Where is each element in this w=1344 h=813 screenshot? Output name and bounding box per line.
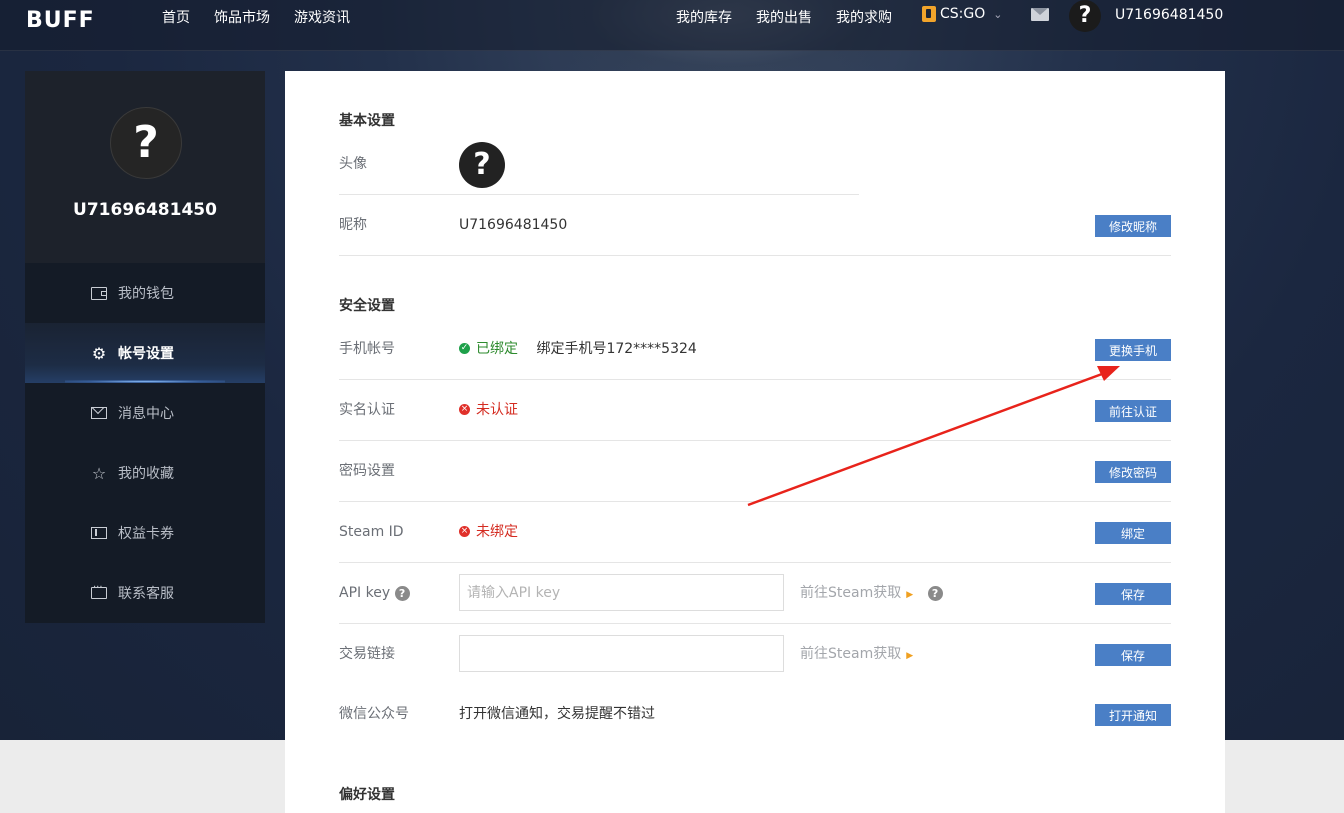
row-api-key: API key ? 前往Steam获取 ▶ ? 保存: [339, 563, 1171, 624]
api-key-steam-link-text: 前往Steam获取: [800, 585, 902, 601]
profile-avatar[interactable]: ?: [459, 142, 505, 188]
mail-icon: [90, 404, 108, 422]
row-label: 实名认证: [339, 402, 395, 418]
sidebar-item-label: 联系客服: [118, 586, 174, 602]
nav-my-purchases[interactable]: 我的求购: [836, 7, 892, 27]
sidebar-avatar[interactable]: ?: [110, 107, 182, 179]
row-trade-link: 交易链接 前往Steam获取 ▶ 保存: [339, 624, 1171, 685]
sidebar-item-favorites[interactable]: ☆ 我的收藏: [25, 443, 265, 503]
change-password-button[interactable]: 修改密码: [1095, 461, 1171, 483]
row-nickname: 昵称 U71696481450 修改昵称: [339, 195, 1171, 256]
star-icon: ☆: [91, 463, 107, 483]
chevron-down-icon: ⌄: [993, 7, 1003, 21]
trade-link-input[interactable]: [459, 635, 784, 672]
game-selector-label: CS:GO: [940, 6, 986, 22]
help-icon[interactable]: ?: [394, 585, 410, 601]
steam-id-status: × 未绑定: [459, 502, 518, 562]
api-key-label: API key: [339, 585, 391, 601]
main-nav: 首页 饰品市场 游戏资讯: [162, 7, 350, 27]
row-realname: 实名认证 × 未认证 前往认证: [339, 380, 1171, 441]
edit-nickname-button[interactable]: 修改昵称: [1095, 215, 1171, 237]
row-label: 交易链接: [339, 646, 395, 662]
check-icon: ✓: [459, 342, 470, 354]
change-phone-button[interactable]: 更换手机: [1095, 339, 1171, 361]
sidebar-item-label: 帐号设置: [118, 346, 174, 362]
sidebar-item-label: 消息中心: [118, 406, 174, 422]
card-icon: [90, 524, 108, 542]
buff-logo[interactable]: BUFF: [26, 8, 95, 33]
section-title-security: 安全设置: [339, 298, 395, 314]
sidebar-profile: ? U71696481450: [25, 71, 265, 263]
nav-home[interactable]: 首页: [162, 7, 190, 27]
sidebar-item-coupons[interactable]: 权益卡券: [25, 503, 265, 563]
save-trade-link-button[interactable]: 保存: [1095, 644, 1171, 666]
phone-number-detail: 绑定手机号172****5324: [536, 341, 697, 357]
row-phone: 手机帐号 ✓ 已绑定 绑定手机号172****5324 更换手机: [339, 319, 1171, 380]
nav-market[interactable]: 饰品市场: [214, 7, 270, 27]
realname-status-text: 未认证: [476, 402, 518, 418]
error-icon: ×: [459, 525, 470, 537]
row-avatar: 头像 ?: [339, 134, 859, 195]
nav-inventory[interactable]: 我的库存: [676, 7, 732, 27]
sidebar: ? U71696481450 我的钱包 ⚙ 帐号设置 消息中心 ☆ 我的收藏 权…: [25, 71, 265, 623]
bind-steam-button[interactable]: 绑定: [1095, 522, 1171, 544]
row-label: API key ?: [339, 563, 410, 623]
avatar[interactable]: ?: [1069, 0, 1101, 32]
wechat-description: 打开微信通知，交易提醒不错过: [459, 706, 655, 722]
gear-icon: ⚙: [91, 343, 107, 363]
nickname-value: U71696481450: [459, 217, 568, 233]
mail-icon[interactable]: [1031, 8, 1049, 21]
game-selector[interactable]: CS:GO ⌄: [922, 6, 1002, 22]
sidebar-item-support[interactable]: 联系客服: [25, 563, 265, 623]
nav-my-sales[interactable]: 我的出售: [756, 7, 812, 27]
row-steam-id: Steam ID × 未绑定 绑定: [339, 502, 1171, 563]
caret-right-icon: ▶: [906, 590, 914, 600]
trade-link-steam-link-text: 前往Steam获取: [800, 646, 902, 662]
row-wechat: 微信公众号 打开微信通知，交易提醒不错过 打开通知: [339, 684, 1171, 745]
sidebar-item-wallet[interactable]: 我的钱包: [25, 263, 265, 323]
csgo-icon: [922, 6, 936, 22]
phone-status-text: 已绑定: [476, 341, 518, 357]
sidebar-username: U71696481450: [73, 200, 217, 220]
chat-icon: [90, 582, 108, 602]
error-icon: ×: [459, 403, 470, 415]
row-password: 密码设置 修改密码: [339, 441, 1171, 502]
trade-link-steam-link[interactable]: 前往Steam获取 ▶: [800, 624, 913, 686]
api-key-input[interactable]: [459, 574, 784, 611]
steam-id-status-text: 未绑定: [476, 524, 518, 540]
row-label: 头像: [339, 156, 367, 172]
row-label: Steam ID: [339, 524, 404, 540]
nav-news[interactable]: 游戏资讯: [294, 7, 350, 27]
api-key-steam-link[interactable]: 前往Steam获取 ▶ ?: [800, 563, 943, 625]
settings-panel: 基本设置 头像 ? 昵称 U71696481450 修改昵称 安全设置 手机帐号…: [285, 71, 1225, 813]
top-nav-bar: BUFF 首页 饰品市场 游戏资讯 我的库存 我的出售 我的求购 CS:GO ⌄…: [0, 0, 1344, 51]
sidebar-item-label: 我的收藏: [118, 466, 174, 482]
row-label: 微信公众号: [339, 706, 409, 722]
help-icon[interactable]: ?: [927, 585, 943, 601]
save-api-key-button[interactable]: 保存: [1095, 583, 1171, 605]
wallet-icon: [90, 284, 108, 302]
header-username[interactable]: U71696481450: [1115, 7, 1223, 23]
enable-notifications-button[interactable]: 打开通知: [1095, 704, 1171, 726]
user-nav: 我的库存 我的出售 我的求购: [676, 7, 892, 27]
phone-status: ✓ 已绑定 绑定手机号172****5324: [459, 319, 697, 379]
realname-status: × 未认证: [459, 380, 518, 440]
section-title-basic: 基本设置: [339, 113, 395, 129]
sidebar-item-label: 权益卡券: [118, 526, 174, 542]
row-label: 昵称: [339, 217, 367, 233]
verify-identity-button[interactable]: 前往认证: [1095, 400, 1171, 422]
sidebar-item-label: 我的钱包: [118, 286, 174, 302]
sidebar-item-account-settings[interactable]: ⚙ 帐号设置: [25, 323, 265, 383]
caret-right-icon: ▶: [906, 651, 914, 661]
sidebar-item-messages[interactable]: 消息中心: [25, 383, 265, 443]
row-label: 密码设置: [339, 463, 395, 479]
row-label: 手机帐号: [339, 341, 395, 357]
section-title-preference: 偏好设置: [339, 787, 395, 803]
